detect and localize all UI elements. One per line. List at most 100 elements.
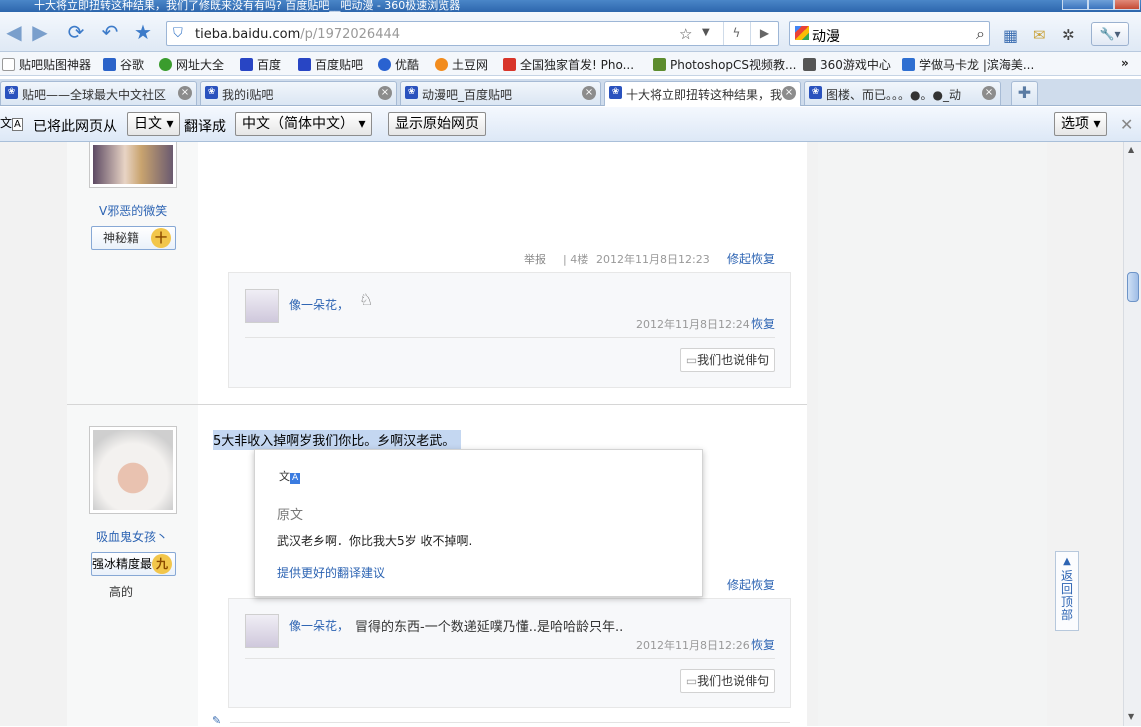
bookmark-item[interactable]: 谷歌: [103, 56, 144, 73]
close-tab-icon[interactable]: ×: [378, 86, 392, 100]
post1-say-button[interactable]: ▭我们也说俳句: [680, 348, 775, 372]
baidu-paw-icon: ❀: [5, 86, 18, 99]
translate-options-button[interactable]: 选项 ▾: [1054, 112, 1108, 136]
url-domain: tieba.baidu.com: [195, 27, 301, 42]
vertical-scrollbar[interactable]: ▲ ▼: [1123, 142, 1141, 726]
bookmark-item[interactable]: 360游戏中心: [803, 56, 891, 73]
tab-anime-bar[interactable]: ❀ 动漫吧_百度贴吧 ×: [400, 81, 601, 105]
tab-tieba-home[interactable]: ❀ 贴吧——全球最大中文社区 ×: [0, 81, 197, 105]
translate-icon: 文A: [0, 116, 23, 131]
avatar-image: [93, 430, 173, 510]
window-title: 十大将立即扭转这种结果，我们了修既来没有有吗? 百度贴吧__吧动漫 - 360极…: [34, 0, 461, 12]
scroll-down-icon[interactable]: ▼: [1128, 712, 1134, 721]
right-sidebar: [818, 142, 1047, 726]
bookmark-item[interactable]: PhotoshopCS视频教...: [653, 56, 797, 73]
bookmark-item[interactable]: 百度贴吧: [298, 56, 363, 73]
bookmark-item[interactable]: 全国独家首发! Pho...: [503, 56, 634, 73]
scrollbar-thumb[interactable]: [1127, 272, 1139, 302]
reply-avatar[interactable]: [245, 614, 279, 648]
report-link[interactable]: 举报: [524, 251, 546, 267]
reply-avatar[interactable]: [245, 289, 279, 323]
go-icon[interactable]: ▶: [750, 22, 778, 45]
new-tab-button[interactable]: ✚: [1011, 81, 1038, 105]
post2-say-button[interactable]: ▭我们也说俳句: [680, 669, 775, 693]
post2-reply-time: 2012年11月8日12:26: [636, 639, 750, 652]
bookmark-item[interactable]: 土豆网: [435, 56, 488, 73]
post1-username[interactable]: V邪恶的微笑: [99, 202, 167, 219]
close-translate-icon[interactable]: ✕: [1120, 115, 1133, 134]
tab-picture-floor[interactable]: ❀ 图楼、而已。。。●。●_动 ×: [804, 81, 1001, 105]
target-language-select[interactable]: 中文（简体中文） ▾: [235, 112, 373, 136]
avatar[interactable]: [89, 426, 177, 514]
post2-username[interactable]: 吸血鬼女孩丶: [96, 528, 168, 545]
search-input[interactable]: 动漫: [812, 26, 840, 46]
show-original-button[interactable]: 显示原始网页: [388, 112, 486, 136]
bookmark-star-icon[interactable]: ☆: [679, 25, 692, 43]
url-path: /p/1972026444: [300, 27, 401, 42]
post2-reply-user[interactable]: 像一朵花，: [289, 617, 349, 634]
post1-reply-action[interactable]: 恢复: [751, 315, 775, 332]
bookmark-item[interactable]: 贴吧贴图神器: [2, 56, 91, 73]
post-divider: [67, 404, 807, 405]
close-tab-icon[interactable]: ×: [982, 86, 996, 100]
post1-collapse-link[interactable]: 修起恢复: [727, 250, 775, 267]
close-tab-icon[interactable]: ×: [178, 86, 192, 100]
popup-heading: 原文: [277, 508, 304, 523]
post2-collapse-link[interactable]: 修起恢复: [727, 576, 775, 593]
gear-icon[interactable]: ✲: [1062, 26, 1075, 44]
translate-icon: 文A: [279, 470, 301, 484]
search-box[interactable]: 动漫 ⌕: [789, 21, 990, 46]
url-dropdown-icon[interactable]: ▼: [702, 27, 710, 38]
favorite-star-icon[interactable]: ★: [131, 21, 155, 45]
maximize-button[interactable]: [1088, 0, 1114, 10]
source-language-select[interactable]: 日文 ▾: [127, 112, 181, 136]
tab-current-post[interactable]: ❀ 十大将立即扭转这种结果，我 ×: [604, 81, 801, 106]
minimize-button[interactable]: [1062, 0, 1088, 10]
translate-prefix: 已将此网页从: [33, 119, 117, 135]
back-to-top-button[interactable]: ▲ 返回顶部: [1055, 551, 1079, 631]
post2-level-badge[interactable]: 强冰精度最 九: [91, 552, 176, 576]
post1-reply-user[interactable]: 像一朵花，: [289, 296, 349, 313]
post1-reply-time: 2012年11月8日12:24: [636, 318, 750, 331]
address-bar[interactable]: ⛉ tieba.baidu.com/p/1972026444 ☆ ▼ ϟ ▶: [166, 21, 779, 46]
bookmark-item[interactable]: 学做马卡龙 |滨海美...: [902, 56, 1034, 73]
suggest-translation-link[interactable]: 提供更好的翻译建议: [277, 564, 385, 581]
bookmark-item[interactable]: 百度: [240, 56, 281, 73]
baidu-paw-icon: ❀: [205, 86, 218, 99]
bookmarks-bar: 贴吧贴图神器 谷歌 网址大全 百度 百度贴吧 优酷 土豆网 全国独家首发! Ph…: [0, 52, 1141, 76]
refresh-icon[interactable]: ⟳: [64, 21, 88, 45]
divider: [245, 658, 775, 659]
baidu-paw-icon: ❀: [809, 86, 822, 99]
post1-level-badge[interactable]: 神秘籍 十: [91, 226, 176, 250]
add-grid-icon[interactable]: ▦: [1003, 26, 1018, 45]
close-window-button[interactable]: [1114, 0, 1140, 10]
popup-original-text: 武汉老乡啊．你比我大5岁 收不掉啊.: [277, 534, 473, 548]
close-tab-icon[interactable]: ×: [782, 86, 796, 100]
avatar[interactable]: [89, 142, 177, 188]
undo-icon[interactable]: ↶: [98, 21, 122, 45]
mail-icon[interactable]: ✉: [1033, 26, 1046, 44]
comment-icon: ▭: [685, 353, 698, 367]
up-arrow-icon: ▲: [1063, 556, 1071, 567]
tab-my-itieba[interactable]: ❀ 我的i贴吧 ×: [200, 81, 397, 105]
tools-menu-icon[interactable]: 🔧▾: [1091, 22, 1129, 46]
forward-button[interactable]: ▶: [28, 21, 52, 45]
window-title-bar: 十大将立即扭转这种结果，我们了修既来没有有吗? 百度贴吧__吧动漫 - 360极…: [0, 0, 1141, 12]
back-button[interactable]: ◀: [2, 21, 26, 45]
baidu-paw-icon: ❀: [609, 86, 622, 99]
post2-reply-action[interactable]: 恢复: [751, 636, 775, 653]
bookmark-item[interactable]: 优酷: [378, 56, 419, 73]
emoticon-icon: ♘: [359, 290, 374, 309]
pencil-icon[interactable]: ✎: [212, 714, 221, 727]
post1-floor: | 4楼: [563, 253, 589, 266]
comment-icon: ▭: [685, 674, 698, 688]
bookmark-item[interactable]: 网址大全: [159, 56, 224, 73]
browser-toolbar: ◀ ▶ ⟳ ↶ ★ ⛉ tieba.baidu.com/p/1972026444…: [0, 12, 1141, 52]
close-tab-icon[interactable]: ×: [582, 86, 596, 100]
bookmarks-overflow-icon[interactable]: »: [1121, 56, 1129, 70]
search-icon[interactable]: ⌕: [976, 24, 985, 44]
scroll-up-icon[interactable]: ▲: [1128, 145, 1134, 154]
lightning-icon[interactable]: ϟ: [723, 22, 749, 45]
google-icon: [795, 26, 809, 40]
translation-popup: 文A 原文 武汉老乡啊．你比我大5岁 收不掉啊. 提供更好的翻译建议: [254, 449, 703, 597]
